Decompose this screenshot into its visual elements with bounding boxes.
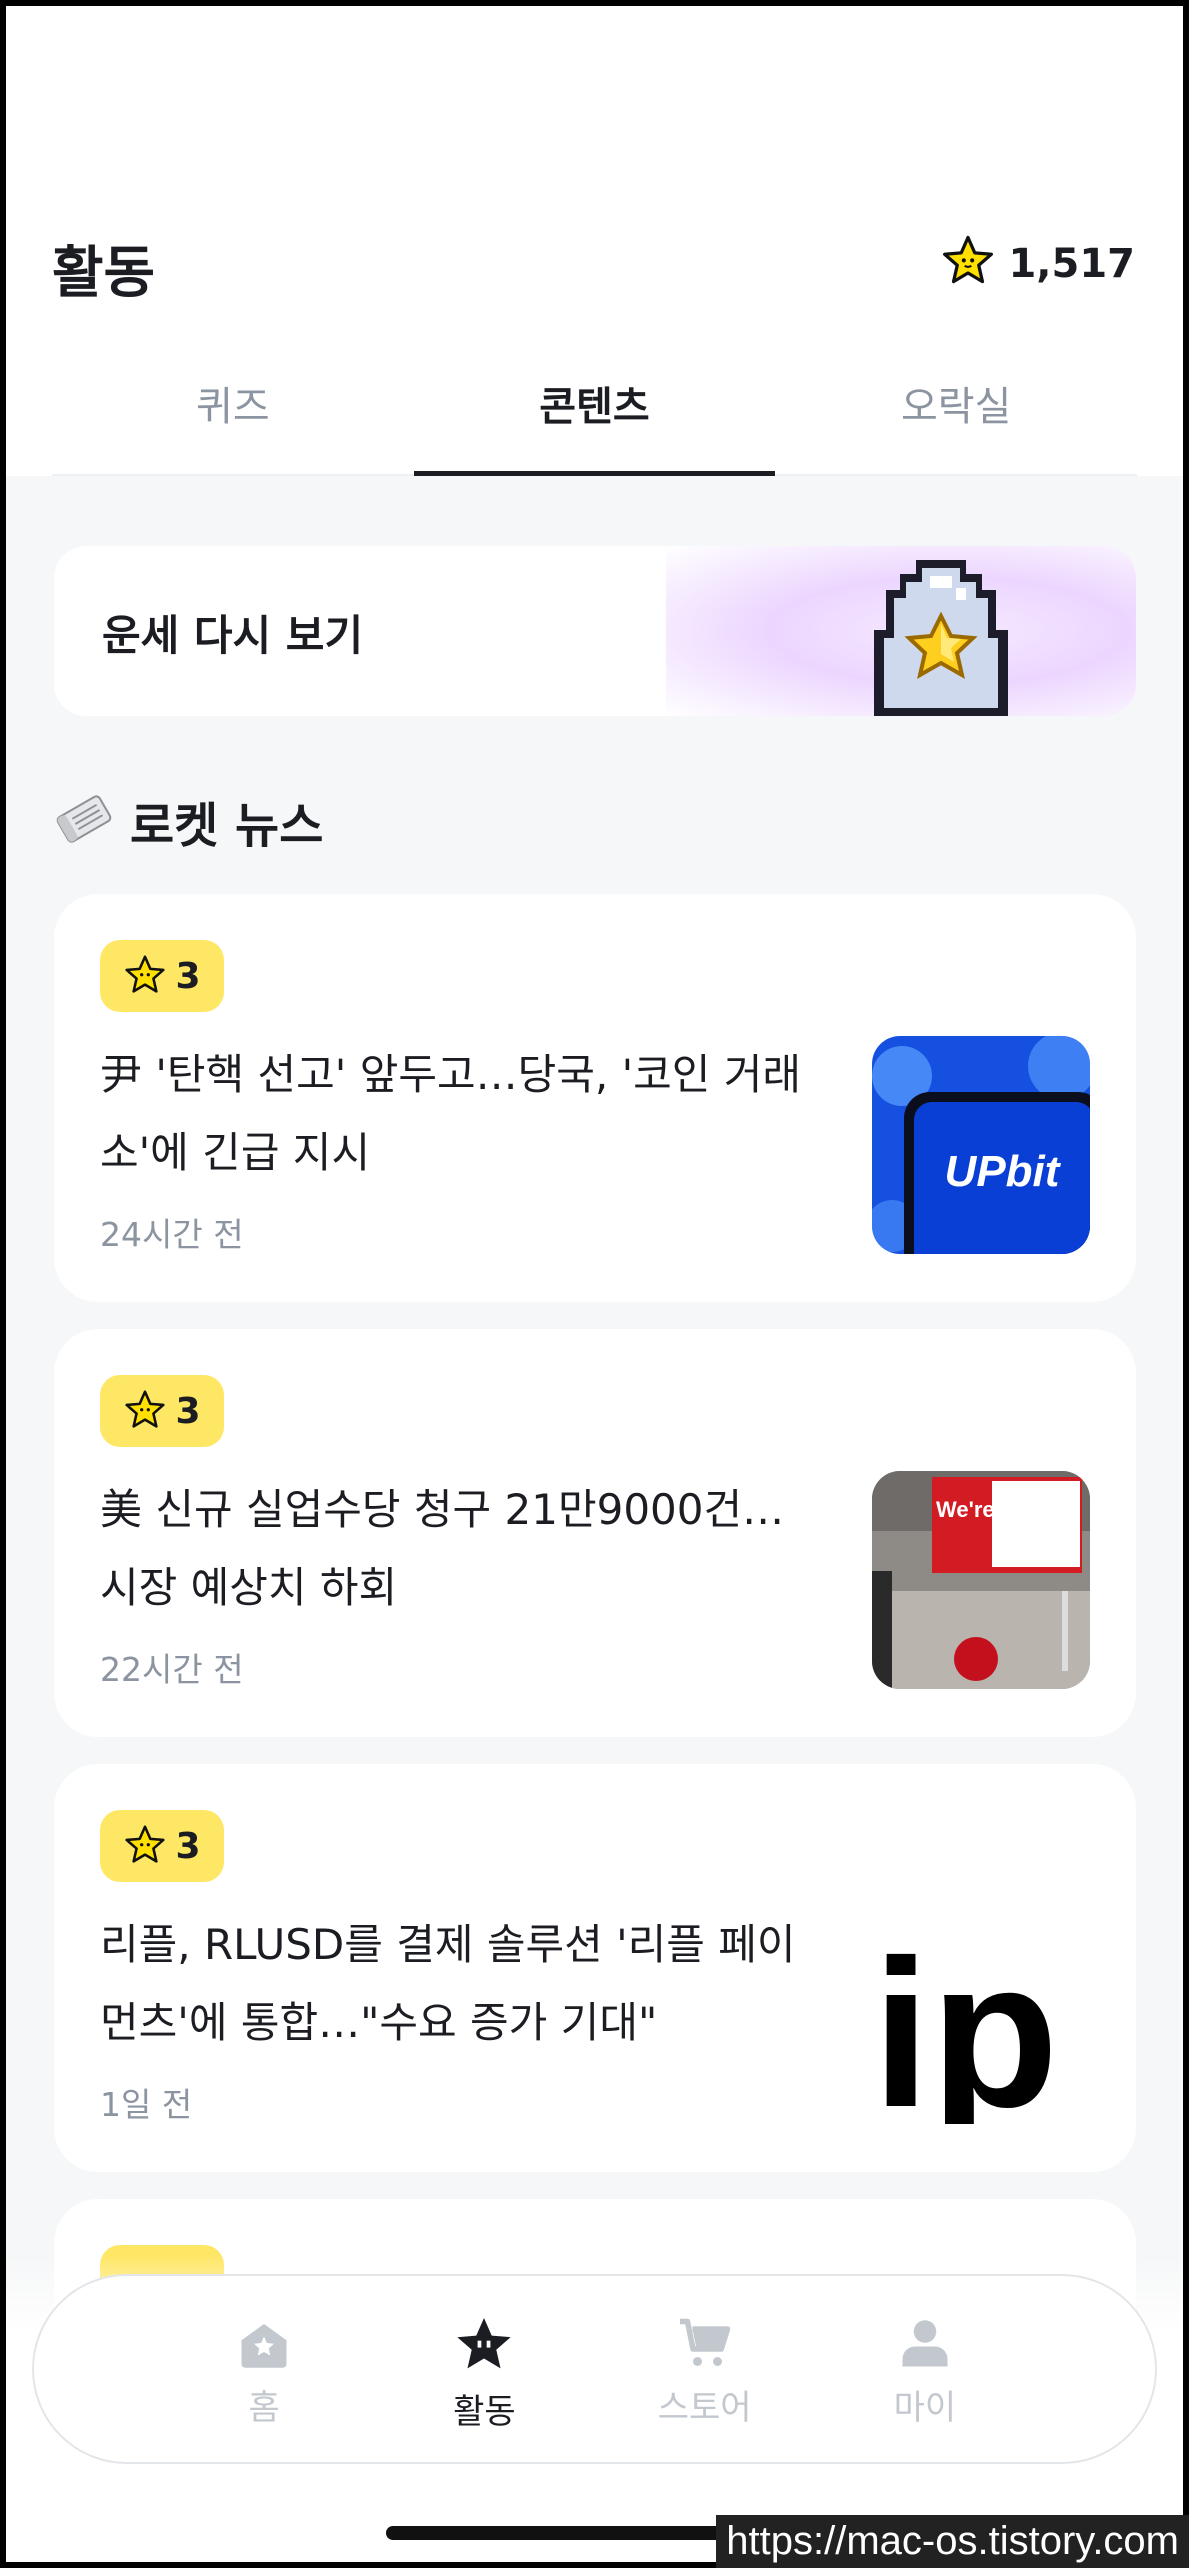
news-time: 22시간 전 bbox=[100, 1650, 244, 1689]
reward-badge: 3 bbox=[100, 940, 224, 1012]
news-title: 尹 '탄핵 선고' 앞두고…당국, '코인 거래소'에 긴급 지시 bbox=[100, 1050, 802, 1177]
star-coin-icon bbox=[125, 955, 166, 993]
news-thumbnail: We're hiring. bbox=[872, 1471, 1090, 1689]
reward-amount: 3 bbox=[175, 955, 201, 997]
tabbar-item-activity[interactable]: 활동 bbox=[409, 2276, 559, 2462]
news-time: 24시간 전 bbox=[100, 1215, 244, 1254]
reward-badge: 3 bbox=[100, 1810, 224, 1882]
fortune-label: 운세 다시 보기 bbox=[102, 611, 364, 660]
page-title: 활동 bbox=[52, 241, 156, 306]
tabbar-item-home[interactable]: 홈 bbox=[189, 2276, 339, 2462]
news-time: 1일 전 bbox=[100, 2085, 193, 2124]
header: 활동 1,517 퀴즈 콘텐츠 오락실 bbox=[6, 6, 1183, 476]
points-value: 1,517 bbox=[1008, 241, 1135, 287]
section-title: 로켓 뉴스 bbox=[130, 798, 324, 854]
news-card[interactable]: 3 尹 '탄핵 선고' 앞두고…당국, '코인 거래소'에 긴급 지시 24시간… bbox=[54, 894, 1136, 1302]
tabbar-label: 스토어 bbox=[657, 2388, 752, 2428]
news-title: 리플, RLUSD를 결제 솔루션 '리플 페이먼츠'에 통합…"수요 증가 기… bbox=[100, 1920, 796, 2047]
newspaper-icon bbox=[52, 787, 116, 855]
thumbnail-text: We're hiring. bbox=[936, 1497, 1068, 1522]
news-thumbnail: ip bbox=[872, 1906, 1090, 2124]
star-coin-icon bbox=[125, 1825, 166, 1863]
bottom-tab-bar: 홈 활동 스토어 마이 bbox=[32, 2274, 1157, 2464]
tabbar-item-store[interactable]: 스토어 bbox=[630, 2276, 780, 2462]
cart-icon bbox=[679, 2318, 730, 2366]
tab-quiz[interactable]: 퀴즈 bbox=[52, 346, 414, 474]
thumbnail-text: UPbit bbox=[945, 1147, 1062, 1196]
points-display[interactable]: 1,517 bbox=[940, 232, 1135, 296]
tabbar-label: 마이 bbox=[893, 2388, 957, 2428]
reward-badge: 3 bbox=[100, 1375, 224, 1447]
news-card[interactable]: 3 리플, RLUSD를 결제 솔루션 '리플 페이먼츠'에 통합…"수요 증가… bbox=[54, 1764, 1136, 2172]
reward-amount: 3 bbox=[175, 1825, 201, 1867]
news-section-header: 로켓 뉴스 bbox=[52, 786, 323, 856]
news-thumbnail: UPbit bbox=[872, 1036, 1090, 1254]
star-coin-icon bbox=[940, 234, 996, 294]
person-icon bbox=[902, 2320, 948, 2367]
tab-arcade[interactable]: 오락실 bbox=[775, 346, 1137, 474]
tab-bar: 퀴즈 콘텐츠 오락실 bbox=[52, 346, 1137, 476]
watermark: https://mac-os.tistory.com bbox=[716, 2515, 1189, 2568]
news-title: 美 신규 실업수당 청구 21만9000건…시장 예상치 하회 bbox=[100, 1485, 785, 1612]
tabbar-item-my[interactable]: 마이 bbox=[850, 2276, 1000, 2462]
thumbnail-text: ip bbox=[872, 1916, 1059, 2124]
egg-icon bbox=[856, 552, 1026, 716]
news-card[interactable]: 3 美 신규 실업수당 청구 21만9000건…시장 예상치 하회 22시간 전… bbox=[54, 1329, 1136, 1737]
reward-amount: 3 bbox=[175, 1390, 201, 1432]
screen: 활동 1,517 퀴즈 콘텐츠 오락실 운세 다시 보기 로켓 뉴스 3 尹 '… bbox=[6, 6, 1183, 2562]
star-coin-icon bbox=[125, 1390, 166, 1428]
tab-contents[interactable]: 콘텐츠 bbox=[413, 346, 776, 476]
star-icon bbox=[457, 2318, 512, 2369]
fortune-banner[interactable]: 운세 다시 보기 bbox=[54, 546, 1136, 716]
home-icon bbox=[241, 2324, 287, 2368]
tabbar-label: 홈 bbox=[248, 2388, 280, 2428]
tabbar-label: 활동 bbox=[453, 2392, 516, 2432]
